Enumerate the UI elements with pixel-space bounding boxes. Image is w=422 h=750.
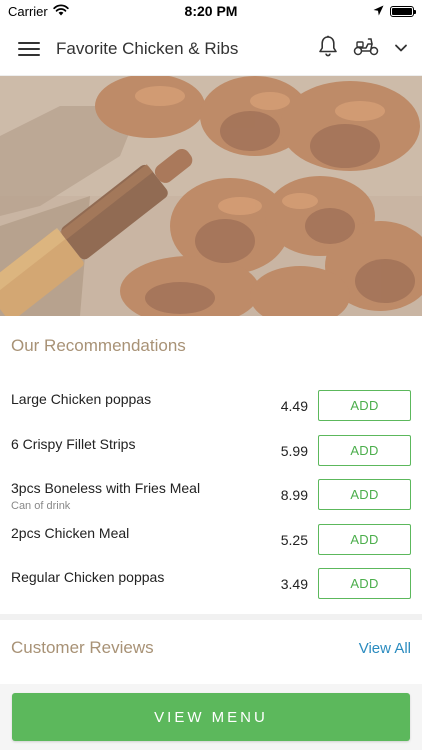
battery-icon — [390, 5, 416, 17]
item-name: 6 Crispy Fillet Strips — [11, 435, 136, 452]
item-price: 4.49 — [280, 398, 308, 414]
view-all-reviews-link[interactable]: View All — [359, 640, 411, 657]
delivery-mode-button[interactable] — [352, 35, 380, 62]
item-price: 5.25 — [280, 531, 308, 548]
status-bar: Carrier 8:20 PM — [0, 0, 422, 22]
item-name: Regular Chicken poppas — [11, 569, 165, 585]
recommendation-item: 3pcs Boneless with Fries Meal Can of dri… — [0, 475, 422, 520]
bell-icon — [318, 35, 338, 62]
item-price: 8.99 — [280, 487, 308, 503]
item-name: 3pcs Boneless with Fries Meal — [11, 480, 201, 496]
recommendations-list: Large Chicken poppas 4.49 ADD 6 Crispy F… — [0, 386, 422, 609]
chevron-down-icon — [394, 40, 408, 58]
add-button[interactable]: ADD — [318, 523, 411, 555]
carrier-label: Carrier — [8, 3, 48, 19]
header-dropdown-button[interactable] — [394, 40, 408, 58]
scooter-icon — [352, 35, 380, 62]
view-menu-button[interactable]: VIEW MENU — [12, 693, 410, 741]
recommendation-item: Regular Chicken poppas 3.49 ADD — [0, 564, 422, 609]
recommendation-item: 2pcs Chicken Meal 5.25 ADD — [0, 520, 422, 565]
status-left: Carrier — [8, 4, 69, 19]
location-arrow-icon — [373, 4, 384, 19]
notifications-button[interactable] — [318, 35, 338, 62]
add-button[interactable]: ADD — [318, 479, 411, 510]
app-header: Favorite Chicken & Ribs — [0, 22, 422, 76]
add-button[interactable]: ADD — [318, 434, 411, 466]
add-button[interactable]: ADD — [318, 568, 411, 599]
item-price: 3.49 — [280, 576, 308, 592]
status-right — [373, 4, 416, 19]
wifi-icon — [53, 3, 69, 19]
restaurant-banner-image — [0, 76, 422, 316]
reviews-header: Customer Reviews View All — [0, 638, 422, 658]
add-button[interactable]: ADD — [318, 390, 411, 421]
page-title: Favorite Chicken & Ribs — [56, 38, 239, 58]
item-name: Large Chicken poppas — [11, 391, 152, 407]
menu-button[interactable] — [18, 38, 40, 60]
item-price: 5.99 — [280, 442, 308, 459]
recommendations-title: Our Recommendations — [11, 336, 186, 355]
hamburger-menu-icon — [18, 41, 40, 44]
item-name: 2pcs Chicken Meal — [11, 524, 130, 541]
item-subtitle: Can of drink — [11, 500, 71, 512]
section-divider — [0, 614, 422, 620]
header-actions — [318, 35, 408, 62]
recommendation-item: Large Chicken poppas 4.49 ADD — [0, 386, 422, 431]
recommendation-item: 6 Crispy Fillet Strips 5.99 ADD — [0, 431, 422, 476]
reviews-title: Customer Reviews — [11, 638, 154, 657]
